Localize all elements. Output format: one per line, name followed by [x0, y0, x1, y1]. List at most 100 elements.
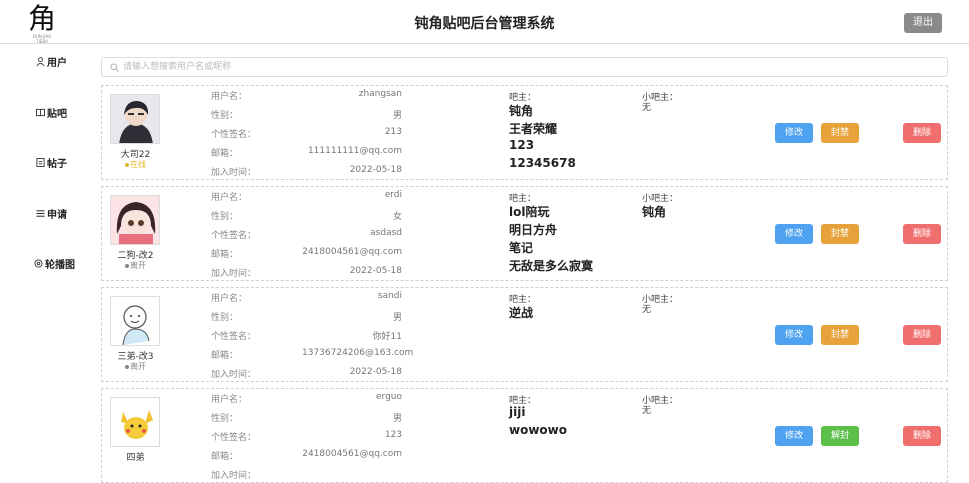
user-card: 三弟-改3 离开 用户名： sandi 性别：男个性签名： 你好11 邮箱： 13736724… [101, 287, 948, 382]
delete-button[interactable]: 删除 [903, 426, 941, 446]
field-label-joined: 加入时间： [211, 168, 257, 178]
edit-button[interactable]: 修改 [775, 123, 813, 143]
user-card: 二狗-改2 离开 用户名： erdi 性别：女个性签名： asdasd 邮箱： 2418004… [101, 186, 948, 281]
field-label-username: 用户名： [211, 193, 248, 203]
avatar [110, 195, 160, 245]
delete-button[interactable]: 删除 [903, 123, 941, 143]
bar-owner-item: 逆战 [509, 306, 534, 320]
field-value-signature: asdasd [370, 228, 402, 238]
status-badge: 离开 [102, 260, 169, 271]
post-icon [36, 158, 45, 167]
status-badge: 在线 [102, 159, 169, 170]
field-value-email: 111111111@qq.com [307, 146, 402, 156]
bar-owner-item: 无敌是多么寂寞 [509, 259, 594, 273]
sidebar-item-carousel[interactable]: 轮播图 [34, 256, 94, 271]
user-card: 四弟 用户名： erguo 性别：男个性签名： 123 邮箱： 2418004561@qq.… [101, 388, 948, 483]
field-value-signature: 213 [384, 127, 402, 137]
field-label-joined: 加入时间： [211, 370, 257, 380]
field-value-email: 2418004561@qq.com [302, 449, 402, 459]
logo-subtext: DUN JIAO TIEBA [32, 34, 52, 44]
sidebar-item-label: 用户 [47, 58, 67, 69]
board-icon [36, 108, 45, 117]
ban-button[interactable]: 封禁 [821, 224, 859, 244]
list-icon [36, 210, 45, 217]
field-label-username: 用户名： [211, 395, 248, 405]
field-label-email: 邮箱： [211, 452, 239, 462]
status-dot-icon [125, 162, 129, 167]
avatar-image [111, 398, 159, 446]
unban-button[interactable]: 解封 [821, 426, 859, 446]
avatar [110, 397, 160, 447]
sub-owner-empty: 无 [642, 305, 652, 315]
sidebar-item-label: 轮播图 [45, 260, 75, 271]
sidebar-item-applications[interactable]: 申请 [36, 206, 96, 221]
ban-button[interactable]: 封禁 [821, 123, 859, 143]
sidebar-item-users[interactable]: 用户 [36, 54, 96, 69]
delete-button[interactable]: 删除 [903, 224, 941, 244]
field-label-email: 邮箱： [211, 351, 239, 361]
sidebar-item-label: 帖子 [47, 159, 67, 170]
bar-owner-item: wowowo [509, 423, 567, 437]
sub-owner-item: 钝角 [642, 205, 667, 219]
sub-owner-empty: 无 [642, 103, 652, 113]
sidebar-item-posts[interactable]: 帖子 [36, 155, 96, 170]
field-value-username: sandi [377, 291, 402, 301]
status-text: 在线 [130, 160, 146, 169]
field-label-joined: 加入时间： [211, 471, 257, 481]
carousel-icon [34, 259, 43, 268]
field-label-gender: 性别： [211, 111, 239, 121]
top-header: 角 DUN JIAO TIEBA 钝角贴吧后台管理系统 退出 [0, 0, 969, 44]
delete-button[interactable]: 删除 [903, 325, 941, 345]
field-value-gender: 男 [392, 313, 402, 323]
search-icon [110, 63, 119, 72]
field-label-username: 用户名： [211, 294, 248, 304]
bar-owner-item: 12345678 [509, 156, 576, 170]
avatar [110, 296, 160, 346]
avatar-image [111, 297, 159, 345]
bar-owner-item: 明日方舟 [509, 223, 558, 237]
field-value-gender: 男 [392, 111, 402, 121]
field-value-joined: 2022-05-18 [349, 367, 402, 377]
avatar [110, 94, 160, 144]
edit-button[interactable]: 修改 [775, 426, 813, 446]
sub-owner-empty: 无 [642, 406, 652, 416]
search-input[interactable] [123, 60, 923, 74]
sidebar-item-label: 申请 [47, 210, 67, 221]
bar-owner-item: 123 [509, 138, 535, 152]
field-label-signature: 个性签名： [211, 332, 257, 342]
bar-owner-item: lol陪玩 [509, 205, 550, 219]
field-value-email: 13736724206@163.com [302, 348, 414, 358]
field-value-signature: 123 [384, 430, 402, 440]
sidebar-item-boards[interactable]: 贴吧 [36, 105, 96, 120]
field-label-gender: 性别： [211, 212, 239, 222]
field-label-joined: 加入时间： [211, 269, 257, 279]
status-text: 离开 [130, 362, 146, 371]
logout-button[interactable]: 退出 [904, 13, 942, 33]
field-value-gender: 女 [392, 212, 402, 222]
field-value-signature: 你好11 [372, 332, 402, 342]
field-value-gender: 男 [392, 414, 402, 424]
bar-owner-item: 钝角 [509, 104, 534, 118]
user-icon [36, 57, 45, 66]
field-label-gender: 性别： [211, 313, 239, 323]
avatar-image [111, 95, 159, 143]
status-dot-icon [125, 263, 129, 268]
edit-button[interactable]: 修改 [775, 224, 813, 244]
ban-button[interactable]: 封禁 [821, 325, 859, 345]
bar-owner-item: 王者荣耀 [509, 122, 558, 136]
field-label-username: 用户名： [211, 92, 248, 102]
field-label-signature: 个性签名： [211, 130, 257, 140]
field-label-email: 邮箱： [211, 250, 239, 260]
field-value-joined: 2022-05-18 [349, 266, 402, 276]
field-value-username: erdi [384, 190, 402, 200]
status-dot-icon [125, 364, 129, 369]
field-value-username: erguo [375, 392, 402, 402]
edit-button[interactable]: 修改 [775, 325, 813, 345]
field-value-email: 2418004561@qq.com [302, 247, 402, 257]
avatar-image [111, 196, 159, 244]
page-title: 钝角贴吧后台管理系统 [414, 16, 555, 32]
sidebar-item-label: 贴吧 [47, 109, 67, 120]
status-badge: 离开 [102, 361, 169, 372]
field-label-signature: 个性签名： [211, 231, 257, 241]
field-label-gender: 性别： [211, 414, 239, 424]
